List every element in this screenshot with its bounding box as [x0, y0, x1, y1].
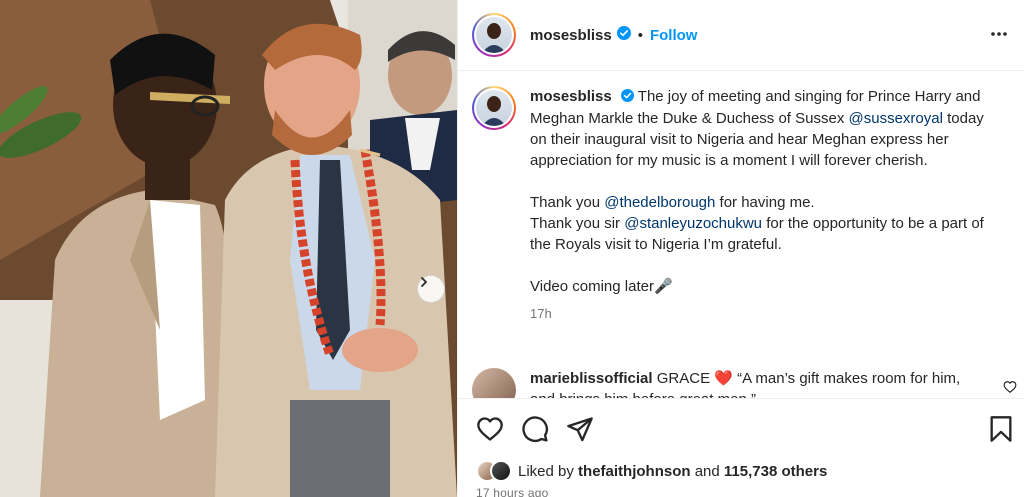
heart-icon[interactable] — [476, 415, 504, 448]
follow-button[interactable]: Follow — [650, 27, 698, 44]
caption-time[interactable]: 17h — [530, 303, 1000, 324]
more-horizontal-icon[interactable] — [989, 24, 1009, 49]
liker-username[interactable]: thefaithjohnson — [578, 463, 691, 480]
mention-sussexroyal[interactable]: @sussexroyal — [849, 110, 943, 127]
liker-avatar[interactable] — [490, 460, 512, 482]
author-username[interactable]: mosesbliss — [530, 27, 612, 44]
likes-count[interactable]: 115,738 others — [724, 463, 827, 480]
post-header: mosesbliss • Follow — [458, 0, 1024, 71]
chevron-right-icon — [421, 277, 427, 287]
mention-thedelborough[interactable]: @thedelborough — [604, 194, 715, 211]
comment-bubble-icon[interactable] — [521, 415, 549, 448]
post-date[interactable]: 17 hours ago — [476, 486, 548, 497]
thanks-text-end: for having me. — [715, 193, 815, 211]
verified-badge-icon — [616, 25, 631, 45]
photo-illustration — [0, 0, 457, 497]
thanks-sir-text: Thank you sir — [530, 214, 625, 232]
carousel-next-button[interactable] — [417, 275, 445, 303]
likes-summary: Liked by thefaithjohnson and 115,738 oth… — [476, 460, 827, 482]
comment-like-heart-icon[interactable] — [1003, 380, 1017, 398]
avatar-image — [476, 17, 512, 53]
thanks-text: Thank you — [530, 193, 605, 211]
author-avatar[interactable] — [472, 13, 516, 57]
action-bar — [458, 398, 1024, 458]
post-sidebar: mosesbliss • Follow mosesbliss The joy o… — [457, 0, 1024, 497]
video-line: Video coming later🎤 — [530, 277, 673, 295]
header-separator: • — [637, 26, 643, 44]
caption-scroll-area[interactable]: mosesbliss The joy of meeting and singin… — [458, 72, 1024, 398]
caption-username[interactable]: mosesbliss — [530, 88, 612, 105]
caption-text: mosesbliss The joy of meeting and singin… — [530, 86, 1000, 324]
commenter-username[interactable]: marieblissofficial — [530, 370, 653, 387]
verified-badge-icon — [620, 87, 634, 108]
likes-text: Liked by thefaithjohnson and 115,738 oth… — [518, 462, 828, 480]
comment-text: marieblissofficial GRACE ❤️ “A man’s gif… — [530, 368, 970, 398]
mention-stanleyuzochukwu[interactable]: @stanleyuzochukwu — [624, 215, 762, 232]
comment-item: marieblissofficial GRACE ❤️ “A man’s gif… — [472, 368, 1017, 398]
commenter-avatar[interactable] — [472, 368, 516, 398]
paper-plane-icon[interactable] — [566, 415, 594, 448]
caption-author-avatar[interactable] — [472, 86, 516, 130]
bookmark-icon[interactable] — [988, 415, 1014, 448]
post-photo[interactable] — [0, 0, 457, 497]
caption: mosesbliss The joy of meeting and singin… — [472, 86, 1000, 324]
